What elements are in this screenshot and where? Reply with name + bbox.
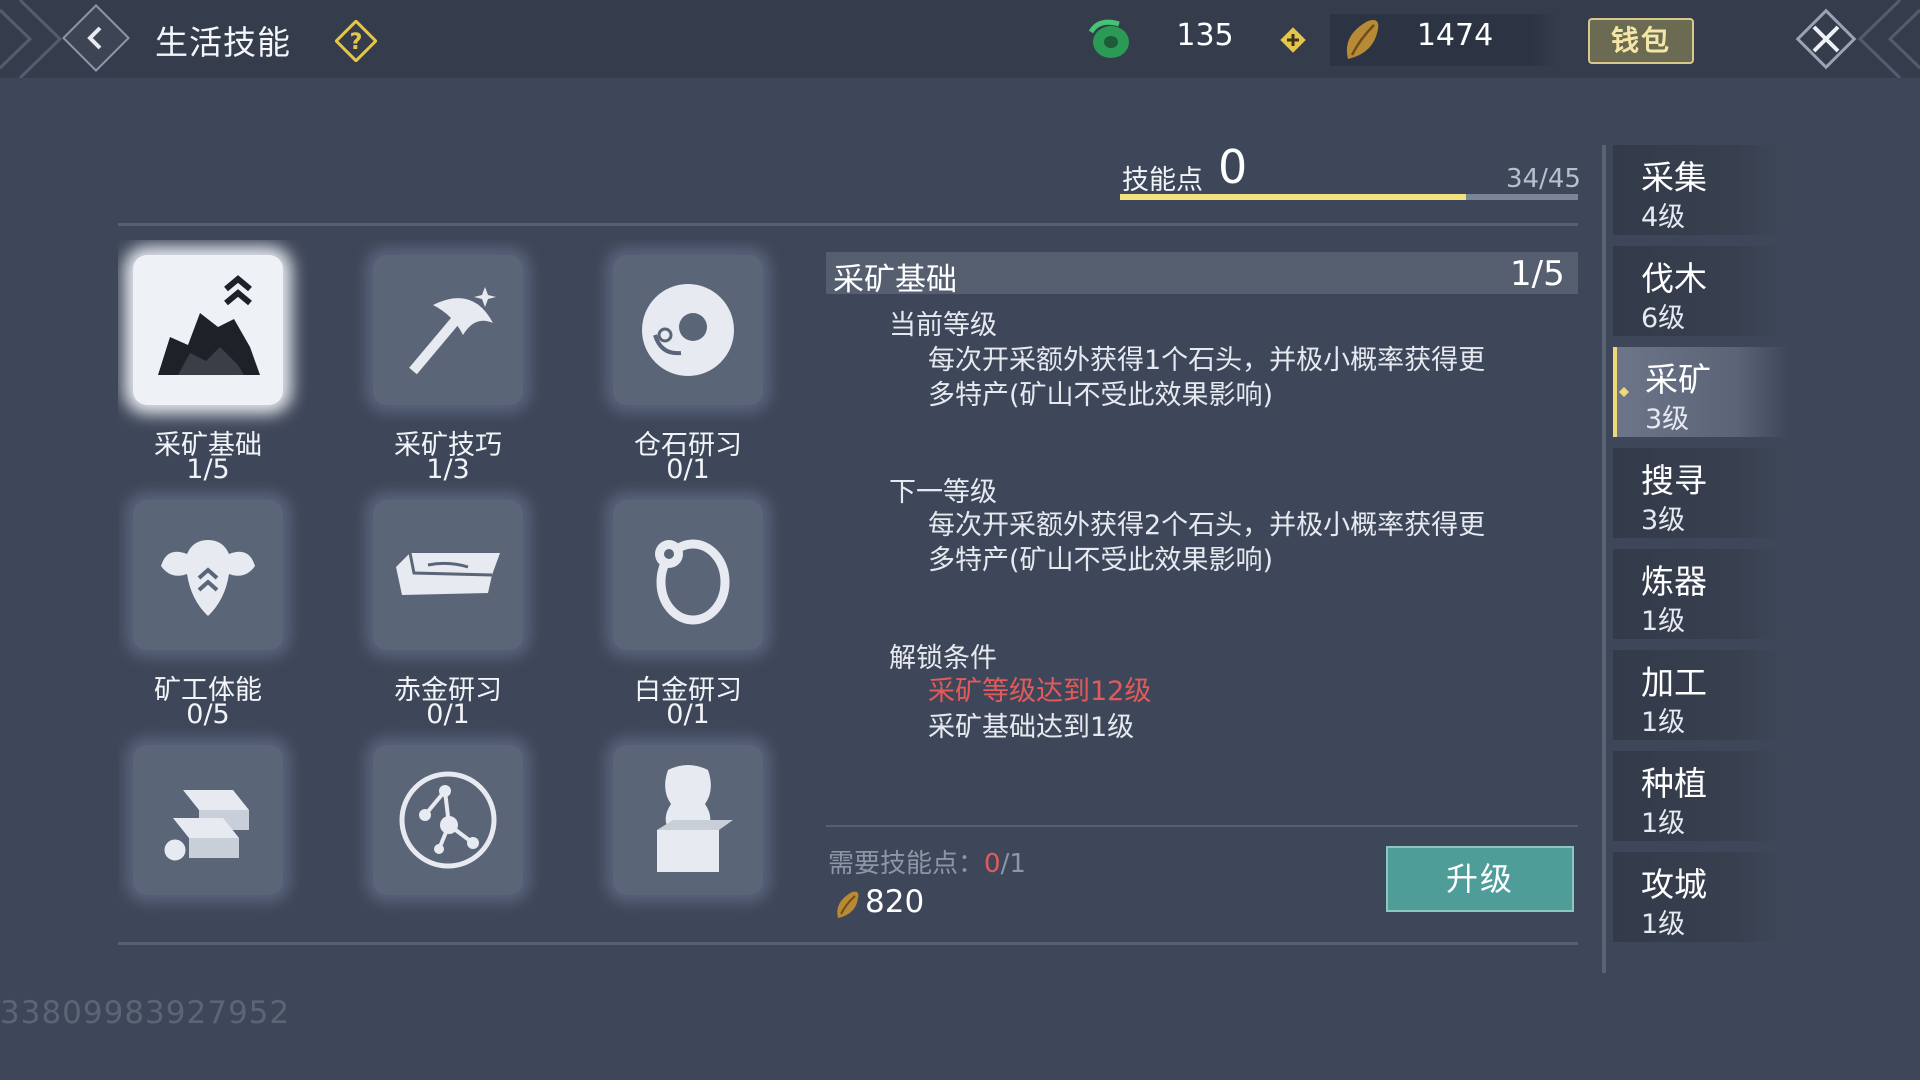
seed-cost-icon xyxy=(837,891,859,918)
tab-name: 采集 xyxy=(1641,158,1707,197)
tab-smithing[interactable]: 炼器 1级 xyxy=(1613,549,1788,639)
skill-card-mining-technique[interactable]: 采矿技巧 1/3 xyxy=(358,240,558,485)
skill-card-star-study[interactable] xyxy=(358,730,558,928)
skill-level: 0/1 xyxy=(426,699,470,730)
unlock-condition-met: 采矿基础达到1级 xyxy=(928,712,1135,743)
skill-points-label: 技能点 xyxy=(1122,165,1203,196)
skill-card-carved-stone-study[interactable] xyxy=(598,730,798,928)
tab-level: 4级 xyxy=(1641,202,1686,233)
pickaxe-icon xyxy=(409,287,496,375)
jade-currency-icon xyxy=(1088,19,1129,58)
tab-planting[interactable]: 种植 1级 xyxy=(1613,751,1788,841)
divider xyxy=(118,223,1578,226)
skill-points-value: 0 xyxy=(1218,140,1248,194)
required-points-current: 0 xyxy=(984,849,1001,879)
player-id: 33809983927952 xyxy=(0,995,291,1031)
upgrade-button[interactable]: 升级 xyxy=(1386,846,1574,912)
tab-level: 3级 xyxy=(1645,404,1690,435)
back-button[interactable] xyxy=(62,4,130,72)
tab-level: 3级 xyxy=(1641,505,1686,536)
current-level-label: 当前等级 xyxy=(889,310,997,341)
tab-name: 加工 xyxy=(1641,663,1707,702)
seed-currency-icon xyxy=(1346,20,1379,59)
skill-card-jade-study[interactable]: 仓石研习 0/1 xyxy=(598,240,798,485)
tab-gathering[interactable]: 采集 4级 xyxy=(1613,145,1788,235)
tab-level: 1级 xyxy=(1641,808,1686,839)
skill-points-progress-bar xyxy=(1120,194,1578,200)
jade-amount: 135 xyxy=(1176,18,1234,53)
tab-searching[interactable]: 搜寻 3级 xyxy=(1613,448,1788,538)
skill-card-platinum-study[interactable]: 白金研习 0/1 xyxy=(598,485,798,730)
constellation-icon xyxy=(399,771,497,869)
tab-level: 6级 xyxy=(1641,303,1686,334)
tab-processing[interactable]: 加工 1级 xyxy=(1613,650,1788,740)
current-level-text: 每次开采额外获得1个石头，并极小概率获得更多特产(矿山不受此效果影响) xyxy=(928,345,1486,411)
detail-title: 采矿基础 xyxy=(833,262,957,298)
tab-mining[interactable]: 采矿 3级 xyxy=(1613,347,1788,437)
divider xyxy=(118,942,1578,945)
next-level-text: 每次开采额外获得2个石头，并极小概率获得更多特产(矿山不受此效果影响) xyxy=(928,510,1486,576)
upgrade-cost: 820 xyxy=(865,884,925,920)
required-points-label: 需要技能点： xyxy=(828,849,985,879)
svg-text:?: ? xyxy=(350,30,363,55)
tab-logging[interactable]: 伐木 6级 xyxy=(1613,246,1788,336)
skill-card-red-gold-study[interactable]: 赤金研习 0/1 xyxy=(358,485,558,730)
divider xyxy=(826,825,1578,827)
skill-level: 1/3 xyxy=(426,454,470,485)
unlock-conditions-label: 解锁条件 xyxy=(889,643,997,674)
tab-siege[interactable]: 攻城 1级 xyxy=(1613,852,1788,942)
tab-level: 1级 xyxy=(1641,909,1686,940)
tab-name: 伐木 xyxy=(1641,259,1707,298)
close-icon[interactable] xyxy=(1790,8,1862,70)
skill-level: 0/1 xyxy=(666,454,710,485)
skill-card-miner-stamina[interactable]: 矿工体能 0/5 xyxy=(118,485,318,730)
ore-pile-icon xyxy=(158,275,260,375)
back-arrow-icon xyxy=(87,26,102,50)
tab-name: 搜寻 xyxy=(1641,461,1707,500)
jade-disc-icon xyxy=(642,284,734,376)
skill-points-progress-text: 34/45 xyxy=(1506,164,1581,194)
skill-card-mining-basics[interactable]: 采矿基础 1/5 xyxy=(118,240,318,485)
next-level-label: 下一等级 xyxy=(889,477,997,508)
unlock-condition-unmet: 采矿等级达到12级 xyxy=(928,676,1152,707)
required-points-separator: / xyxy=(1000,849,1010,879)
skill-level: 0/1 xyxy=(666,699,710,730)
skill-card-gold-study[interactable] xyxy=(118,730,318,928)
required-points-total: 1 xyxy=(1009,849,1026,879)
vertical-divider xyxy=(1602,145,1606,973)
gold-bar-icon xyxy=(396,552,500,595)
skill-level: 1/5 xyxy=(186,454,230,485)
tab-name: 炼器 xyxy=(1641,562,1707,601)
tab-level: 1级 xyxy=(1641,707,1686,738)
add-currency-icon[interactable] xyxy=(1280,27,1306,53)
tab-level: 1级 xyxy=(1641,606,1686,637)
gold-ingots-icon xyxy=(161,790,249,864)
tab-name: 种植 xyxy=(1641,764,1707,803)
seed-amount: 1474 xyxy=(1416,18,1494,53)
ring-icon xyxy=(655,539,730,625)
tab-name: 攻城 xyxy=(1641,865,1707,904)
lion-statue-icon xyxy=(657,765,733,872)
page-title: 生活技能 xyxy=(155,23,291,62)
required-points: 需要技能点：0/1 xyxy=(828,843,1026,880)
help-icon[interactable]: ? xyxy=(335,20,377,62)
skill-points-progress-fill xyxy=(1120,194,1467,200)
muscle-icon xyxy=(161,540,255,616)
detail-level: 1/5 xyxy=(1510,254,1565,294)
active-tab-marker-icon xyxy=(1619,387,1629,397)
skill-grid: 采矿基础 1/5 采矿技巧 1/3 仓石研习 0/1 矿工体能 0/5 赤金研习… xyxy=(118,240,808,928)
tab-name: 采矿 xyxy=(1645,360,1711,399)
wallet-button[interactable]: 钱包 xyxy=(1588,18,1694,64)
skill-level: 0/5 xyxy=(186,699,230,730)
